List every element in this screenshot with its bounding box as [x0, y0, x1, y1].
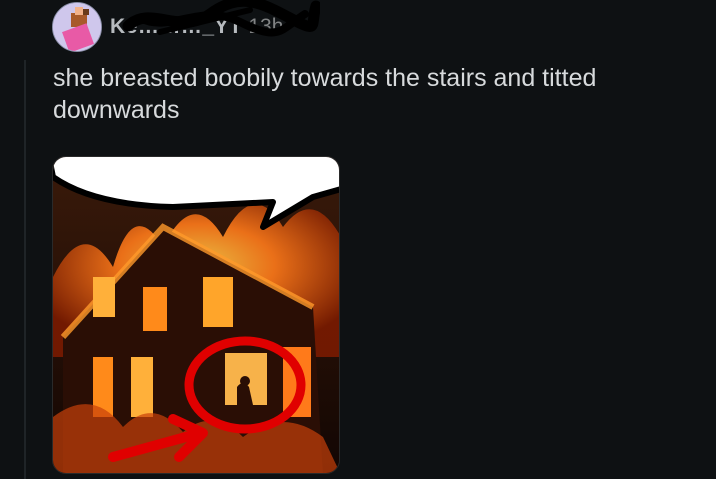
post-header: Ke………_YT 13h: [52, 0, 320, 52]
user-avatar-icon: [53, 3, 101, 51]
avatar[interactable]: [52, 2, 102, 52]
username-wrap: Ke………_YT: [110, 0, 320, 42]
redaction-scribble: [122, 0, 320, 37]
meme-image: [53, 157, 339, 473]
post-text: she breasted boobily towards the stairs …: [53, 64, 597, 124]
thread-line: [24, 60, 26, 479]
post-image[interactable]: [52, 156, 340, 474]
